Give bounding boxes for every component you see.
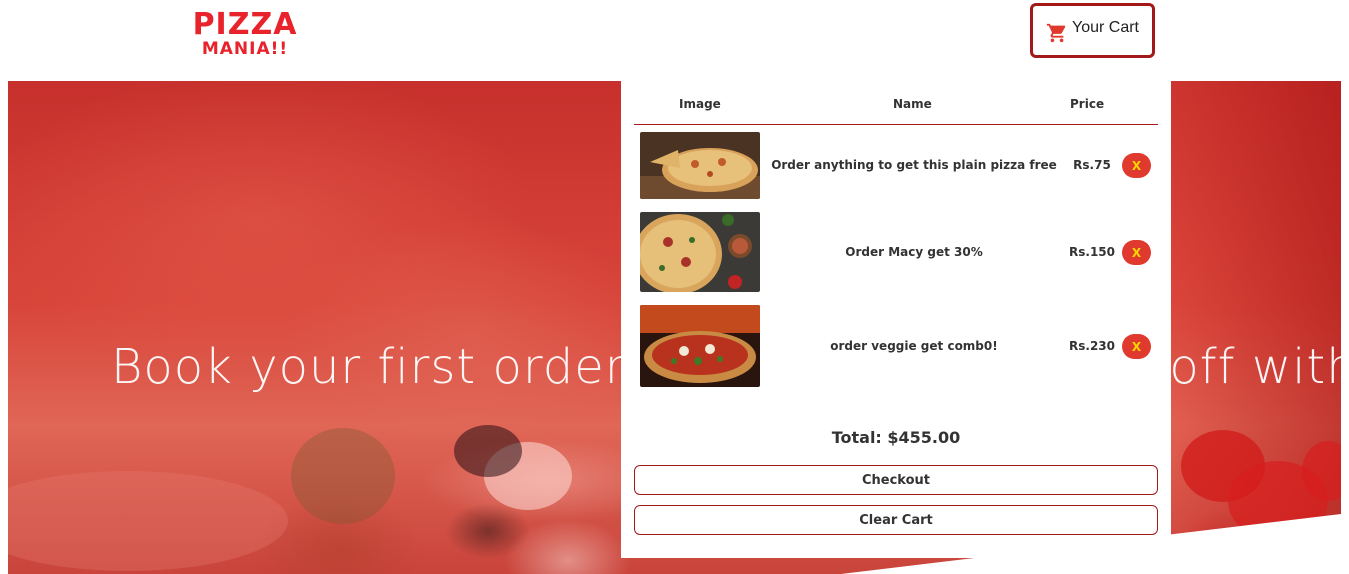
cart-item-name: Order Macy get 30% [845, 245, 983, 259]
macy-pizza-image [640, 212, 760, 292]
cart-table-header: Image Name Price [634, 95, 1158, 125]
remove-item-button[interactable]: X [1122, 153, 1151, 178]
column-header-name: Name [893, 97, 932, 111]
column-header-price: Price [1070, 97, 1105, 111]
pizza-mania-logo[interactable]: PIZZA MANIA!! [179, 10, 311, 62]
cart-item-name: order veggie get comb0! [830, 339, 998, 353]
cart-panel: Image Name Price Order anything to get t… [621, 81, 1171, 558]
cart-item-name: Order anything to get this plain pizza f… [771, 158, 1057, 172]
column-header-image: Image [679, 97, 721, 111]
remove-item-button[interactable]: X [1122, 240, 1151, 265]
clear-cart-button[interactable]: Clear Cart [634, 505, 1158, 535]
remove-item-button[interactable]: X [1122, 334, 1151, 359]
logo-line-2: MANIA!! [201, 39, 289, 59]
cart-item-price: Rs.75 [1073, 158, 1111, 172]
logo-line-1: PIZZA [192, 7, 298, 42]
cart-row: Order Macy get 30% Rs.150 X [634, 212, 1158, 292]
plain-pizza-image [640, 132, 760, 199]
shopping-cart-icon [1046, 22, 1068, 44]
your-cart-button[interactable]: Your Cart [1030, 3, 1155, 58]
cart-item-price: Rs.150 [1069, 245, 1115, 259]
veggie-pizza-image [640, 305, 760, 387]
checkout-button[interactable]: Checkout [634, 465, 1158, 495]
your-cart-label: Your Cart [1072, 18, 1139, 36]
cart-total: Total: $455.00 [831, 428, 961, 447]
cart-row: order veggie get comb0! Rs.230 X [634, 305, 1158, 387]
cart-item-price: Rs.230 [1069, 339, 1115, 353]
cart-row: Order anything to get this plain pizza f… [634, 132, 1158, 199]
